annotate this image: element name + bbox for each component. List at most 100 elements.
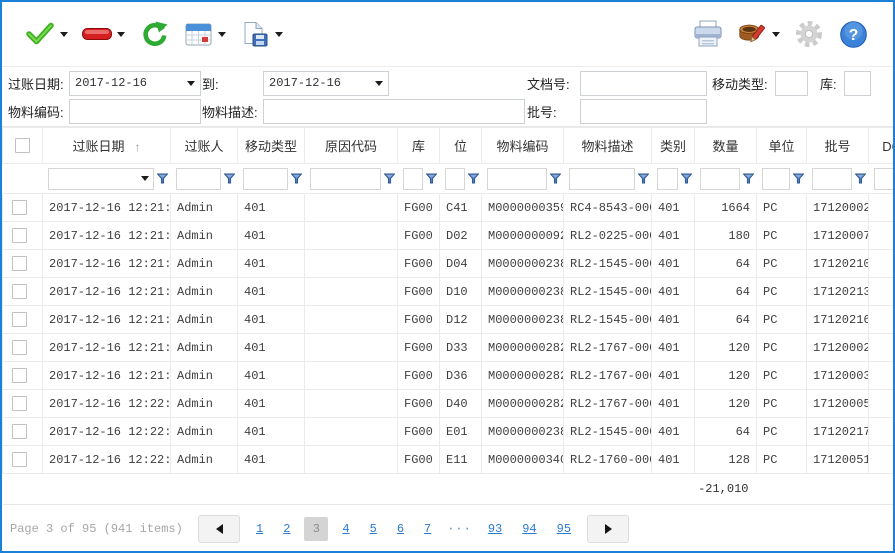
filter-funnel-icon[interactable] [157, 173, 168, 184]
filter-input-doc-no[interactable] [580, 71, 707, 96]
table-row[interactable]: 2017-12-16 12:21:21Admin401FG00D04M00000… [3, 250, 894, 278]
grid-filter-input-material-desc[interactable] [569, 168, 635, 190]
dropdown-caret-icon[interactable] [141, 176, 149, 181]
grid-filter-input-do-no[interactable] [874, 168, 894, 190]
remove-minus-button[interactable] [79, 16, 128, 52]
row-checkbox[interactable] [12, 284, 27, 299]
filter-funnel-icon[interactable] [793, 173, 804, 184]
calendar-icon [183, 19, 213, 49]
pager-page-link[interactable]: 1 [246, 522, 273, 536]
row-checkbox[interactable] [12, 368, 27, 383]
column-header-move-type[interactable]: 移动类型 [238, 128, 305, 164]
help-button[interactable]: ? [835, 16, 871, 52]
column-header-reason-code[interactable]: 原因代码 [305, 128, 398, 164]
settings-gear-button[interactable] [791, 16, 827, 52]
grid-filter-input-reason-code[interactable] [310, 168, 381, 190]
column-header-warehouse[interactable]: 库 [398, 128, 440, 164]
cell-batch-no: 17120003 [807, 362, 869, 390]
calendar-button[interactable] [180, 16, 229, 52]
column-header-unit[interactable]: 单位 [757, 128, 807, 164]
row-select-cell [3, 250, 43, 278]
pager-page-link[interactable]: 93 [478, 522, 512, 536]
filter-input-post-date-from[interactable]: 2017-12-16 [69, 71, 201, 96]
grid-filter-input-unit[interactable] [762, 168, 790, 190]
pager-page-link[interactable]: 95 [547, 522, 581, 536]
row-checkbox[interactable] [12, 452, 27, 467]
pager-page-link[interactable]: 2 [273, 522, 300, 536]
filter-input-warehouse[interactable] [844, 71, 871, 96]
refresh-button[interactable] [136, 16, 172, 52]
table-row[interactable]: 2017-12-16 12:21:42Admin401FG00D10M00000… [3, 278, 894, 306]
table-row[interactable]: 2017-12-16 12:22:16Admin401FG00E01M00000… [3, 418, 894, 446]
pager-page-link[interactable]: 5 [360, 522, 387, 536]
filter-funnel-icon[interactable] [468, 173, 479, 184]
dropdown-caret-icon[interactable] [60, 32, 68, 37]
table-row[interactable]: 2017-12-16 12:22:06Admin401FG00D40M00000… [3, 390, 894, 418]
dropdown-caret-icon[interactable] [117, 32, 125, 37]
pager-page-link[interactable]: 7 [414, 522, 441, 536]
table-row[interactable]: 2017-12-16 12:21:14Admin401FG00D02M00000… [3, 222, 894, 250]
column-header-material-desc[interactable]: 物料描述 [564, 128, 652, 164]
filter-funnel-icon[interactable] [681, 173, 692, 184]
cell-warehouse: FG00 [398, 334, 440, 362]
row-checkbox[interactable] [12, 256, 27, 271]
row-checkbox[interactable] [12, 312, 27, 327]
row-checkbox[interactable] [12, 340, 27, 355]
filter-funnel-icon[interactable] [638, 173, 649, 184]
column-header-poster[interactable]: 过账人 [171, 128, 238, 164]
print-button[interactable] [690, 16, 726, 52]
filter-funnel-icon[interactable] [550, 173, 561, 184]
pager-page-link[interactable]: 94 [512, 522, 546, 536]
column-header-quantity[interactable]: 数量 [695, 128, 757, 164]
filter-input-post-date-to[interactable]: 2017-12-16 [263, 71, 389, 96]
grid-filter-input-category[interactable] [657, 168, 678, 190]
table-row[interactable]: 2017-12-16 12:21:59Admin401FG00D36M00000… [3, 362, 894, 390]
export-save-button[interactable] [237, 16, 286, 52]
grid-filter-input-batch-no[interactable] [812, 168, 852, 190]
filter-funnel-icon[interactable] [855, 173, 866, 184]
filter-input-move-type[interactable] [775, 71, 808, 96]
column-header-bin[interactable]: 位 [440, 128, 482, 164]
confirm-check-button[interactable] [22, 16, 71, 52]
filter-funnel-icon[interactable] [426, 173, 437, 184]
theme-paint-button[interactable] [734, 16, 783, 52]
select-all-checkbox[interactable] [15, 138, 30, 153]
row-checkbox[interactable] [12, 424, 27, 439]
dropdown-caret-icon[interactable] [375, 81, 383, 86]
filter-input-batch-no[interactable] [580, 99, 707, 124]
filter-input-material-code[interactable] [69, 99, 201, 124]
column-header-category[interactable]: 类别 [652, 128, 695, 164]
column-header-do-no[interactable]: DO号 [869, 128, 894, 164]
column-header-post-date[interactable]: 过账日期↑ [43, 128, 171, 164]
row-checkbox[interactable] [12, 200, 27, 215]
pager-next-button[interactable] [587, 515, 629, 543]
filter-funnel-icon[interactable] [224, 173, 235, 184]
pager-prev-button[interactable] [198, 515, 240, 543]
dropdown-caret-icon[interactable] [218, 32, 226, 37]
dropdown-caret-icon[interactable] [275, 32, 283, 37]
table-row[interactable]: 2017-12-16 12:21:55Admin401FG00D33M00000… [3, 334, 894, 362]
row-checkbox[interactable] [12, 396, 27, 411]
row-checkbox[interactable] [12, 228, 27, 243]
dropdown-caret-icon[interactable] [187, 81, 195, 86]
grid-filter-input-material-code[interactable] [487, 168, 547, 190]
grid-filter-input-post-date[interactable] [48, 168, 154, 190]
filter-funnel-icon[interactable] [291, 173, 302, 184]
grid-filter-input-bin[interactable] [445, 168, 465, 190]
column-header-material-code[interactable]: 物料编码 [482, 128, 564, 164]
table-row[interactable]: 2017-12-16 12:22:20Admin401FG00E11M00000… [3, 446, 894, 474]
pager-page-link[interactable]: 4 [332, 522, 359, 536]
filter-funnel-icon[interactable] [384, 173, 395, 184]
grid-filter-input-quantity[interactable] [700, 168, 740, 190]
cell-reason-code [305, 222, 398, 250]
table-row[interactable]: 2017-12-16 12:21:10Admin401FG00C41M00000… [3, 194, 894, 222]
table-row[interactable]: 2017-12-16 12:21:47Admin401FG00D12M00000… [3, 306, 894, 334]
pager-page-link[interactable]: 6 [387, 522, 414, 536]
filter-funnel-icon[interactable] [743, 173, 754, 184]
column-header-batch-no[interactable]: 批号 [807, 128, 869, 164]
grid-filter-input-warehouse[interactable] [403, 168, 423, 190]
grid-filter-input-move-type[interactable] [243, 168, 288, 190]
grid-filter-input-poster[interactable] [176, 168, 221, 190]
dropdown-caret-icon[interactable] [772, 32, 780, 37]
filter-input-material-desc[interactable] [263, 99, 525, 124]
